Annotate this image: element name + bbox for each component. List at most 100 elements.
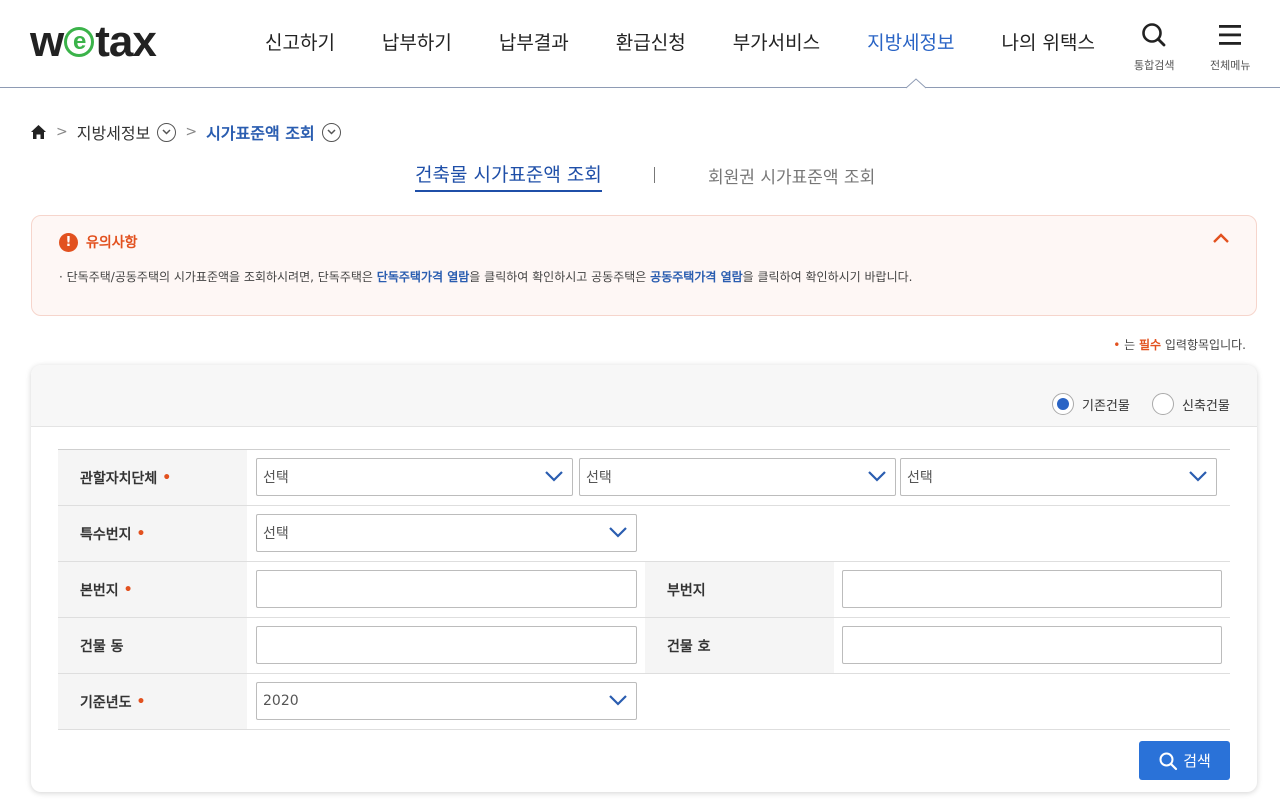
- chevron-down-circle-icon[interactable]: [157, 122, 177, 142]
- notice-box: ! 유의사항 · 단독주택/공동주택의 시가표준액을 조회하시려면, 단독주택은…: [31, 215, 1257, 316]
- apartment-price-link[interactable]: 공동주택가격 열람: [650, 270, 743, 284]
- notice-text: · 단독주택/공동주택의 시가표준액을 조회하시려면, 단독주택은 단독주택가격…: [59, 268, 912, 285]
- unified-search-button[interactable]: 통합검색: [1134, 22, 1174, 73]
- input-main-lot[interactable]: [256, 570, 637, 608]
- notice-text-part: 을 클릭하여 확인하시고 공동주택은: [469, 270, 651, 284]
- nav-item-my-wetax[interactable]: 나의 위택스: [1002, 28, 1095, 55]
- label-main-lot: 본번지 •: [58, 562, 247, 617]
- chevron-down-icon: [609, 527, 627, 538]
- form-table: 관할자치단체 • 선택 선택 선택 특수번지 • 선택 본번지 • 부번지 건물…: [58, 449, 1230, 730]
- building-type-bar: 기존건물 신축건물: [31, 365, 1257, 427]
- notice-text-part: 을 클릭하여 확인하시기 바랍니다.: [742, 270, 913, 284]
- select-value: 선택: [263, 470, 289, 486]
- nav-item-extra-services[interactable]: 부가서비스: [733, 28, 820, 55]
- radio-checked-icon: [1052, 393, 1074, 415]
- unified-search-label: 통합검색: [1134, 59, 1175, 72]
- active-nav-caret: [906, 78, 926, 89]
- form-row-lot-number: 본번지 • 부번지: [58, 562, 1230, 618]
- select-value: 선택: [586, 470, 612, 486]
- required-note-strong: 필수: [1138, 338, 1162, 352]
- tab-membership-standard-price[interactable]: 회원권 시가표준액 조회: [708, 163, 875, 188]
- wetax-logo[interactable]: w e tax: [30, 17, 157, 66]
- select-value: 선택: [907, 470, 933, 486]
- select-value: 2020: [263, 693, 299, 709]
- form-row-base-year: 기준년도 • 2020: [58, 674, 1230, 730]
- radio-new-building[interactable]: 신축건물: [1152, 393, 1230, 415]
- search-button-label: 검색: [1183, 752, 1211, 770]
- label-text: 부번지: [667, 582, 706, 599]
- main-nav: 신고하기 납부하기 납부결과 환급신청 부가서비스 지방세정보 나의 위택스: [265, 28, 1142, 55]
- label-sub-lot: 부번지: [645, 562, 834, 617]
- form-row-special-lot: 특수번지 • 선택: [58, 506, 1230, 562]
- logo-w: w: [30, 17, 64, 66]
- label-text: 건물 호: [667, 638, 711, 655]
- select-jurisdiction-1[interactable]: 선택: [256, 458, 573, 496]
- label-base-year: 기준년도 •: [58, 674, 247, 729]
- detached-house-price-link[interactable]: 단독주택가격 열람: [377, 270, 470, 284]
- radio-existing-building[interactable]: 기존건물: [1052, 393, 1130, 415]
- full-menu-label: 전체메뉴: [1210, 59, 1251, 72]
- chevron-right-icon: >: [185, 124, 198, 140]
- nav-item-local-tax-info[interactable]: 지방세정보: [867, 28, 954, 55]
- select-special-lot[interactable]: 선택: [256, 514, 637, 552]
- form-row-building: 건물 동 건물 호: [58, 618, 1230, 674]
- search-button[interactable]: 검색: [1139, 741, 1230, 780]
- required-note-text: 는: [1120, 338, 1139, 352]
- chevron-up-icon[interactable]: [1212, 232, 1230, 244]
- label-special-lot: 특수번지 •: [58, 506, 247, 561]
- label-text: 본번지: [80, 582, 119, 599]
- chevron-down-icon: [609, 695, 627, 706]
- full-menu-button[interactable]: 전체메뉴: [1210, 22, 1250, 73]
- logo-tax: tax: [95, 17, 157, 66]
- required-star: •: [136, 525, 146, 542]
- chevron-right-icon: >: [56, 124, 68, 140]
- radio-label: 기존건물: [1082, 398, 1130, 414]
- breadcrumb-current-page[interactable]: 시가표준액 조회: [206, 120, 315, 144]
- chevron-down-circle-icon[interactable]: [321, 122, 341, 142]
- label-text: 건물 동: [80, 638, 124, 655]
- required-star: •: [136, 693, 146, 710]
- radio-label: 신축건물: [1182, 398, 1230, 414]
- label-text: 기준년도: [80, 694, 132, 711]
- chevron-down-icon: [1189, 471, 1207, 482]
- notice-header: ! 유의사항: [59, 232, 138, 252]
- select-base-year[interactable]: 2020: [256, 682, 637, 720]
- input-building-dong[interactable]: [256, 626, 637, 664]
- select-jurisdiction-3[interactable]: 선택: [900, 458, 1217, 496]
- form-row-jurisdiction: 관할자치단체 • 선택 선택 선택: [58, 450, 1230, 506]
- select-jurisdiction-2[interactable]: 선택: [579, 458, 896, 496]
- required-note: • 는 필수 입력항목입니다.: [1113, 336, 1246, 353]
- lookup-tabs: 건축물 시가표준액 조회 회원권 시가표준액 조회: [0, 160, 1280, 192]
- home-icon[interactable]: [30, 124, 47, 140]
- nav-item-refund[interactable]: 환급신청: [616, 28, 686, 55]
- site-header: w e tax 신고하기 납부하기 납부결과 환급신청 부가서비스 지방세정보 나의…: [0, 0, 1280, 89]
- label-building-ho: 건물 호: [645, 618, 834, 673]
- required-star: •: [162, 469, 172, 486]
- required-star: •: [123, 581, 133, 598]
- notice-title: 유의사항: [86, 235, 138, 251]
- input-building-ho[interactable]: [842, 626, 1222, 664]
- tab-building-standard-price[interactable]: 건축물 시가표준액 조회: [415, 160, 602, 192]
- input-sub-lot[interactable]: [842, 570, 1222, 608]
- chevron-down-icon: [868, 471, 886, 482]
- nav-item-pay[interactable]: 납부하기: [382, 28, 452, 55]
- search-form-panel: 기존건물 신축건물 관할자치단체 • 선택 선택 선택 특수번지 • 선택 본번…: [31, 365, 1257, 792]
- chevron-down-icon: [545, 471, 563, 482]
- nav-item-report[interactable]: 신고하기: [265, 28, 335, 55]
- exclamation-icon: !: [59, 232, 78, 252]
- search-icon: [1159, 752, 1178, 770]
- breadcrumb: > 지방세정보 > 시가표준액 조회: [30, 120, 341, 144]
- label-jurisdiction: 관할자치단체 •: [58, 450, 247, 505]
- nav-item-pay-result[interactable]: 납부결과: [499, 28, 569, 55]
- select-value: 선택: [263, 526, 289, 542]
- breadcrumb-local-tax-info[interactable]: 지방세정보: [77, 120, 151, 144]
- label-text: 특수번지: [80, 526, 132, 543]
- hamburger-menu-icon: [1219, 25, 1242, 45]
- logo-e: e: [64, 27, 95, 57]
- required-note-text: 입력항목입니다.: [1161, 338, 1246, 352]
- notice-text-part: · 단독주택/공동주택의 시가표준액을 조회하시려면, 단독주택은: [59, 270, 377, 284]
- tab-divider: [654, 167, 655, 183]
- search-icon: [1142, 23, 1166, 47]
- label-text: 관할자치단체: [80, 470, 158, 487]
- radio-unchecked-icon: [1152, 393, 1174, 415]
